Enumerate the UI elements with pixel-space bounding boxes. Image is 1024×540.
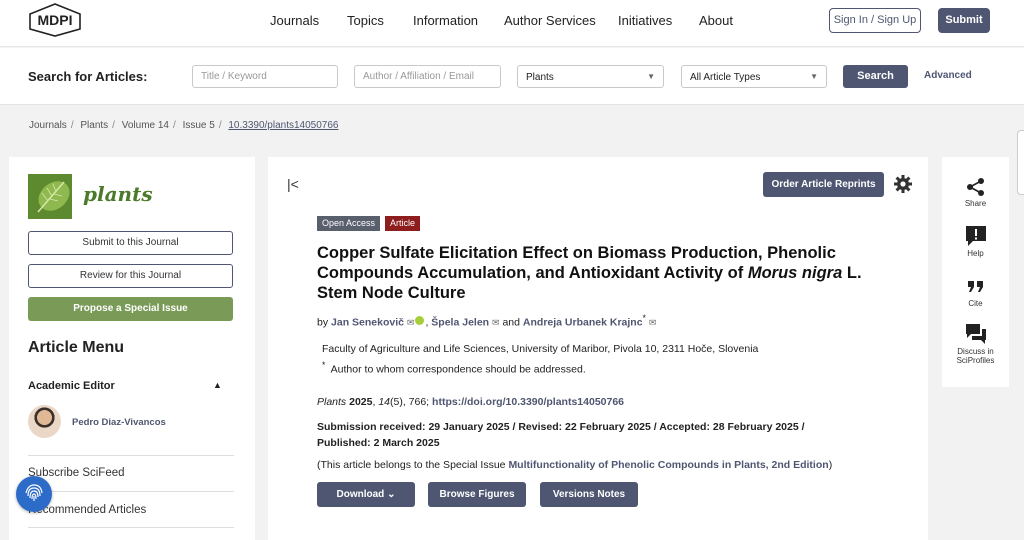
share-icon: [966, 178, 984, 196]
editor-avatar: [28, 405, 61, 438]
article-type-select[interactable]: All Article Types ▼: [681, 65, 827, 88]
editor-name-link[interactable]: Pedro Diaz-Vivancos: [72, 417, 166, 428]
article-title: Copper Sulfate Elicitation Effect on Bio…: [317, 244, 862, 302]
article-actions-bar: Share Help Cite Discuss in SciProfiles: [942, 157, 1009, 387]
cite-action[interactable]: Cite: [942, 277, 1009, 308]
journal-name[interactable]: plants: [83, 182, 153, 206]
author-link[interactable]: Jan Senekovič: [331, 317, 404, 329]
academic-editor-heading[interactable]: Academic Editor: [28, 380, 115, 392]
search-title: Search for Articles:: [28, 69, 148, 84]
special-issue-link[interactable]: Multifunctionality of Phenolic Compounds…: [508, 459, 828, 471]
divider: [28, 455, 234, 456]
email-icon[interactable]: ✉: [407, 318, 415, 328]
journal-select-value: Plants: [526, 72, 554, 83]
journal-select[interactable]: Plants ▼: [517, 65, 664, 88]
article-card: |< Order Article Reprints Open Access Ar…: [268, 157, 928, 540]
top-navbar: MDPI Journals Topics Information Author …: [0, 0, 1024, 47]
article-type-badge: Article: [385, 216, 421, 231]
dropdown-caret-icon: ▼: [647, 72, 655, 81]
chevron-down-icon: ⌄: [387, 489, 396, 500]
download-button[interactable]: Download ⌄: [317, 482, 415, 507]
breadcrumb-plants[interactable]: Plants: [80, 120, 108, 131]
collapse-sidebar-icon[interactable]: |<: [287, 176, 299, 192]
nav-author-services[interactable]: Author Services: [504, 13, 596, 28]
orcid-icon[interactable]: [415, 315, 425, 325]
breadcrumb-issue[interactable]: Issue 5: [183, 120, 215, 131]
discuss-action[interactable]: Discuss in SciProfiles: [942, 323, 1009, 365]
submit-button[interactable]: Submit: [938, 8, 990, 33]
nav-initiatives[interactable]: Initiatives: [618, 13, 672, 28]
order-reprints-button[interactable]: Order Article Reprints: [763, 172, 884, 197]
open-access-badge: Open Access: [317, 216, 381, 231]
dropdown-caret-icon: ▼: [810, 72, 818, 81]
nav-about[interactable]: About: [699, 13, 733, 28]
breadcrumb-doi[interactable]: 10.3390/plants14050766: [228, 120, 338, 131]
article-search-bar: Search for Articles: Title / Keyword Aut…: [0, 48, 1024, 105]
keyword-input[interactable]: Title / Keyword: [192, 65, 338, 88]
quote-icon: [967, 281, 983, 292]
versions-notes-button[interactable]: Versions Notes: [540, 482, 638, 507]
author-input[interactable]: Author / Affiliation / Email: [354, 65, 501, 88]
article-menu-title: Article Menu: [28, 339, 125, 356]
signin-button[interactable]: Sign In / Sign Up: [829, 8, 921, 33]
special-issue-note: (This article belongs to the Special Iss…: [317, 459, 833, 471]
advanced-search-link[interactable]: Advanced: [924, 70, 972, 81]
breadcrumb: Journals / Plants / Volume 14/ Issue 5/ 10…: [29, 120, 339, 131]
citation-line: Plants 2025, 14(5), 766; https://doi.org…: [317, 396, 625, 408]
affiliation: Faculty of Agriculture and Life Sciences…: [322, 343, 759, 355]
discussion-icon: [965, 324, 986, 344]
author-list: by Jan Senekovič ✉, Špela Jelen ✉ and An…: [317, 313, 657, 329]
divider: [28, 527, 234, 528]
nav-journals[interactable]: Journals: [270, 13, 319, 28]
breadcrumb-volume[interactable]: Volume 14: [122, 120, 169, 131]
doi-link[interactable]: https://doi.org/10.3390/plants14050766: [432, 396, 624, 408]
mdpi-logo[interactable]: MDPI: [28, 3, 82, 37]
gear-icon[interactable]: [893, 174, 913, 194]
help-action[interactable]: Help: [942, 225, 1009, 258]
article-type-value: All Article Types: [690, 72, 761, 83]
share-action[interactable]: Share: [942, 177, 1009, 208]
breadcrumb-journals[interactable]: Journals: [29, 120, 67, 131]
author-link[interactable]: Andreja Urbanek Krajnc: [523, 317, 643, 329]
nav-topics[interactable]: Topics: [347, 13, 384, 28]
review-for-journal-button[interactable]: Review for this Journal: [28, 264, 233, 288]
propose-special-issue-button[interactable]: Propose a Special Issue: [28, 297, 233, 321]
author-link[interactable]: Špela Jelen: [431, 317, 489, 329]
chevron-up-icon[interactable]: ▲: [213, 380, 222, 390]
submit-to-journal-button[interactable]: Submit to this Journal: [28, 231, 233, 255]
browse-figures-button[interactable]: Browse Figures: [428, 482, 526, 507]
scroll-tab[interactable]: [1017, 130, 1024, 195]
publication-dates: Submission received: 29 January 2025 / R…: [317, 421, 805, 449]
fingerprint-icon: [25, 484, 43, 501]
divider: [28, 491, 234, 492]
help-icon: [965, 226, 986, 246]
logo-text: MDPI: [38, 12, 73, 28]
email-icon[interactable]: ✉: [492, 318, 500, 328]
plants-journal-logo[interactable]: [28, 174, 72, 219]
correspondence-note: * Author to whom correspondence should b…: [322, 360, 586, 376]
search-button[interactable]: Search: [843, 65, 908, 88]
fingerprint-button[interactable]: [16, 476, 52, 512]
email-icon[interactable]: ✉: [649, 318, 657, 328]
nav-information[interactable]: Information: [413, 13, 478, 28]
